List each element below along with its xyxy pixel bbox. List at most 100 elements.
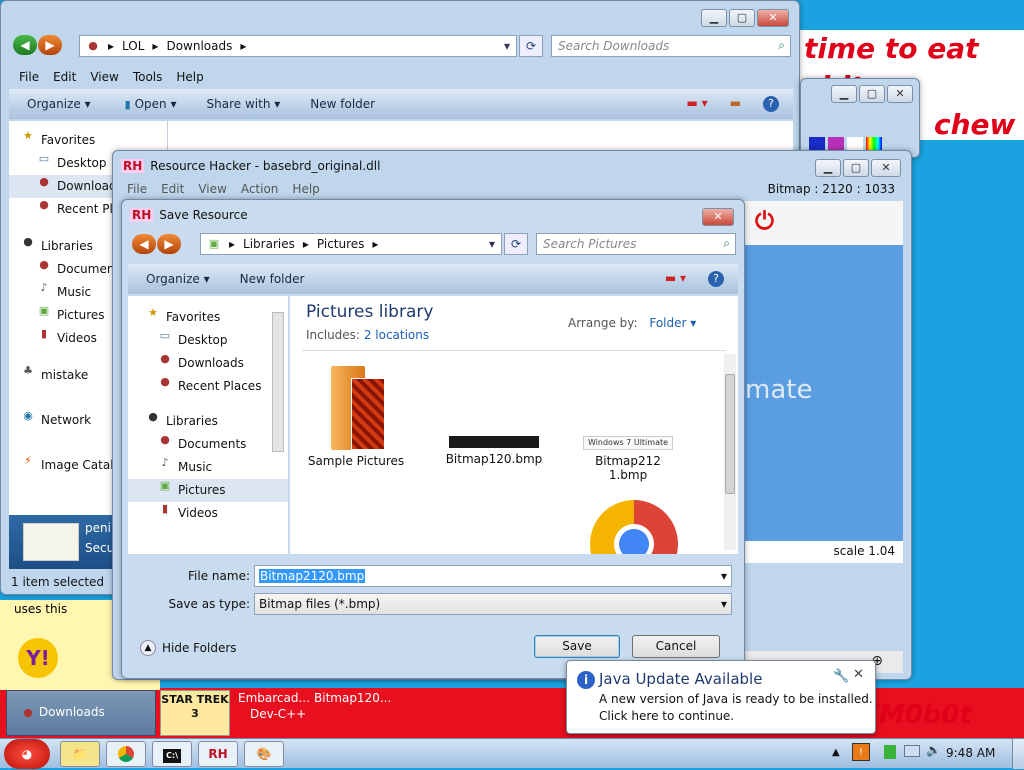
java-update-balloon[interactable]: i 🔧 ✕ Java Update Available A new versio…: [566, 660, 876, 734]
taskbar-preview-star-trek[interactable]: STAR TREK 3: [160, 690, 230, 736]
paint-taskbar-icon[interactable]: 🎨: [244, 741, 284, 767]
file-item-bitmap2121[interactable]: Windows 7 Ultimate Bitmap2121.bmp: [576, 364, 680, 484]
taskbar-preview-downloads[interactable]: ● Downloads: [6, 690, 156, 736]
dialog-address-bar[interactable]: ▣ ▸ Libraries ▸ Pictures ▸ ▾: [200, 233, 502, 255]
dialog-nav-documents[interactable]: ● Documents: [128, 433, 288, 456]
volume-icon[interactable]: 🔈: [926, 743, 941, 757]
dialog-nav-videos[interactable]: ▮ Videos: [128, 502, 288, 525]
menu-view[interactable]: View: [90, 70, 118, 84]
filename-dropdown-icon[interactable]: ▾: [721, 569, 727, 583]
taskbar-preview-bitmap[interactable]: Bitmap120...: [314, 690, 404, 736]
dialog-search-icon[interactable]: ⌕: [723, 236, 730, 251]
share-with-button[interactable]: Share with ▾: [207, 97, 281, 111]
rh-menu-view[interactable]: View: [198, 182, 226, 196]
breadcrumb-libraries[interactable]: Libraries: [243, 237, 295, 251]
cancel-button[interactable]: Cancel: [632, 635, 720, 658]
dialog-view-options-icon[interactable]: ▬ ▾: [665, 271, 686, 287]
save-resource-dialog[interactable]: RH Save Resource ✕ ◀ ▶ ▣ ▸ Libraries ▸ P…: [121, 199, 745, 679]
rh-menu-edit[interactable]: Edit: [161, 182, 184, 196]
breadcrumb-pictures[interactable]: Pictures: [317, 237, 365, 251]
dialog-nav-music[interactable]: ♪ Music: [128, 456, 288, 479]
arrange-by-dropdown[interactable]: Folder ▾: [649, 316, 696, 330]
angry-birds-start-icon[interactable]: ◕: [4, 739, 50, 769]
dialog-back-button[interactable]: ◀: [132, 234, 156, 254]
balloon-close-icon[interactable]: ✕: [853, 667, 864, 682]
new-folder-button[interactable]: New folder: [310, 97, 375, 111]
nav-favorites[interactable]: ★ Favorites: [9, 129, 167, 152]
java-tray-icon[interactable]: !: [852, 743, 870, 761]
file-item-sample-pictures[interactable]: Sample Pictures: [304, 364, 408, 474]
rh-menu-help[interactable]: Help: [292, 182, 319, 196]
dialog-nav-desktop[interactable]: ▭ Desktop: [128, 329, 288, 352]
save-as-type-dropdown-icon[interactable]: ▾: [721, 597, 727, 611]
minimize-button[interactable]: ▁: [701, 9, 727, 27]
dialog-nav-pictures[interactable]: ▣ Pictures: [128, 479, 288, 502]
show-hidden-icons[interactable]: ▲: [832, 747, 840, 758]
dialog-help-icon[interactable]: ?: [708, 271, 724, 287]
rh-menu-file[interactable]: File: [127, 182, 147, 196]
show-desktop-button[interactable]: [1012, 739, 1024, 769]
file-item-bitmap120[interactable]: Bitmap120.bmp: [442, 364, 546, 474]
homegroup-icon: ♣: [23, 364, 33, 377]
explorer-search-input[interactable]: Search Downloads ⌕: [551, 35, 791, 57]
filename-input[interactable]: Bitmap2120.bmp ▾: [254, 565, 732, 587]
rh-minimize-button[interactable]: ▁: [815, 159, 841, 177]
view-options-icon[interactable]: ▬ ▾: [686, 96, 707, 112]
menu-tools[interactable]: Tools: [133, 70, 163, 84]
open-button[interactable]: ▮ Open ▾: [121, 97, 177, 112]
address-dropdown-icon[interactable]: ▾: [504, 39, 510, 53]
dialog-close-button[interactable]: ✕: [702, 208, 734, 226]
dialog-address-dropdown-icon[interactable]: ▾: [489, 237, 495, 251]
menu-file[interactable]: File: [19, 70, 39, 84]
network-tray-icon[interactable]: [904, 745, 920, 757]
battery-icon[interactable]: [884, 745, 896, 759]
search-icon[interactable]: ⌕: [778, 38, 785, 53]
organize-button[interactable]: Organize ▾: [27, 97, 91, 111]
close-button[interactable]: ✕: [757, 9, 789, 27]
cmd-taskbar-icon[interactable]: C:\: [152, 741, 192, 767]
breadcrumb-lol[interactable]: LOL: [122, 39, 144, 53]
save-button[interactable]: Save: [534, 635, 620, 658]
forward-button[interactable]: ▶: [38, 35, 62, 55]
chrome-taskbar-icon[interactable]: [106, 741, 146, 767]
dialog-nav-libraries[interactable]: ● Libraries: [128, 410, 288, 433]
yahoo-icon: Y!: [18, 638, 58, 678]
includes-locations-link[interactable]: 2 locations: [364, 328, 429, 342]
dialog-content-scrollbar[interactable]: [724, 354, 736, 550]
dialog-forward-button[interactable]: ▶: [157, 234, 181, 254]
windows7-thumbnail-icon: Windows 7 Ultimate: [583, 436, 673, 450]
preview-pane-icon[interactable]: ▬: [730, 96, 741, 112]
explorer-taskbar-icon[interactable]: 📁: [60, 741, 100, 767]
explorer-address-bar[interactable]: ● ▸ LOL ▸ Downloads ▸ ▾: [79, 35, 517, 57]
chrome-file-item[interactable]: [590, 500, 678, 554]
resource-hacker-taskbar-icon[interactable]: RH: [198, 741, 238, 767]
help-icon[interactable]: ?: [763, 96, 779, 112]
breadcrumb-downloads[interactable]: Downloads: [166, 39, 232, 53]
rh-close-button[interactable]: ✕: [871, 159, 901, 177]
taskbar-preview-embarcadero[interactable]: Embarcad... Dev-C++: [234, 690, 314, 736]
dialog-nav-favorites[interactable]: ★ Favorites: [128, 306, 288, 329]
dialog-search-input[interactable]: Search Pictures ⌕: [536, 233, 736, 255]
wrench-icon[interactable]: 🔧: [833, 669, 849, 684]
dialog-new-folder-button[interactable]: New folder: [240, 272, 305, 286]
maximize-button[interactable]: ▢: [729, 9, 755, 27]
palette-window[interactable]: ▁ ▢ ✕: [800, 78, 920, 158]
dialog-nav-scrollbar[interactable]: [272, 312, 284, 452]
palette-minimize-button[interactable]: ▁: [831, 85, 857, 103]
hide-folders-toggle[interactable]: ▲ Hide Folders: [140, 640, 237, 656]
rh-menu-action[interactable]: Action: [241, 182, 279, 196]
menu-help[interactable]: Help: [176, 70, 203, 84]
power-icon[interactable]: ⏻: [755, 207, 774, 235]
dialog-nav-downloads[interactable]: ● Downloads: [128, 352, 288, 375]
back-button[interactable]: ◀: [13, 35, 37, 55]
menu-edit[interactable]: Edit: [53, 70, 76, 84]
dialog-refresh-icon[interactable]: ⟳: [504, 233, 528, 255]
save-as-type-select[interactable]: Bitmap files (*.bmp) ▾: [254, 593, 732, 615]
palette-maximize-button[interactable]: ▢: [859, 85, 885, 103]
refresh-icon[interactable]: ⟳: [519, 35, 543, 57]
palette-close-button[interactable]: ✕: [887, 85, 913, 103]
rh-maximize-button[interactable]: ▢: [843, 159, 869, 177]
dialog-organize-button[interactable]: Organize ▾: [146, 272, 210, 286]
dialog-nav-recent-places[interactable]: ● Recent Places: [128, 375, 288, 398]
clock-time[interactable]: 9:48 AM: [946, 746, 995, 760]
